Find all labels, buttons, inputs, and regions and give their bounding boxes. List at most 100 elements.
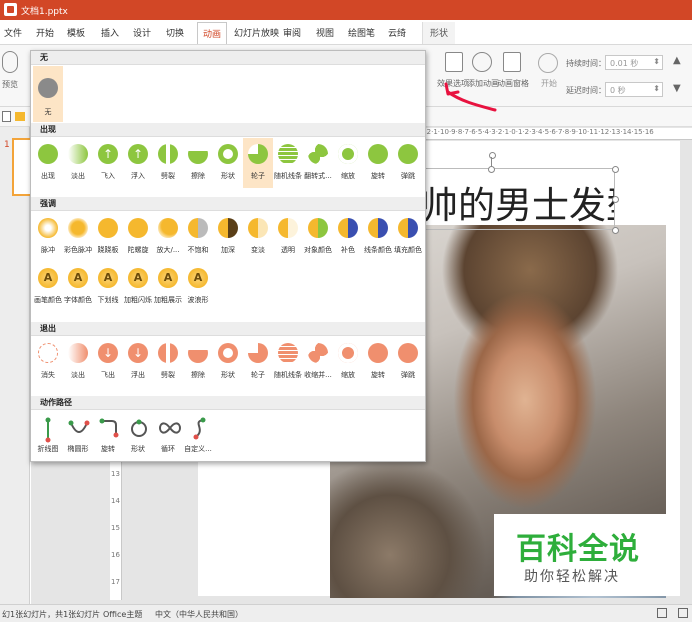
turns-path-icon: [98, 417, 119, 438]
wheel-icon: [248, 144, 268, 164]
resize-handle-right[interactable]: [612, 196, 619, 203]
bounce-out-icon: [398, 343, 418, 363]
slide-title-textbox[interactable]: 帅的男士发型: [420, 168, 615, 230]
new-file-icon[interactable]: [2, 111, 11, 122]
ribbon-scroll-down-icon[interactable]: ▼: [673, 83, 681, 94]
shapes-path-icon: [128, 417, 148, 437]
slide-thumbnail-panel: [0, 127, 30, 604]
gallery-section-header: 强调: [31, 197, 425, 211]
tab-4[interactable]: 设计: [133, 26, 151, 39]
tab-2[interactable]: 模板: [67, 26, 85, 39]
fill-color-icon: [398, 218, 418, 238]
ruler-tick: 16: [111, 551, 120, 559]
random-bars-out-icon: [278, 343, 298, 363]
open-folder-icon[interactable]: [15, 112, 25, 121]
ribbon-tabs: 文件 开始 模板 插入 设计 切换 动画 幻灯片放映 审阅 视图 绘图笔 云绮 形状: [0, 20, 692, 45]
wipe-icon: [188, 144, 208, 164]
tab-8[interactable]: 审阅: [283, 26, 301, 39]
animation-pane-label[interactable]: 动画窗格: [497, 78, 529, 89]
swivel-out-icon: [368, 343, 388, 363]
desaturate-icon: [188, 218, 208, 238]
duration-label: 持续时间：: [566, 59, 606, 68]
app-logo-icon: [4, 3, 17, 16]
tab-9[interactable]: 视图: [316, 26, 334, 39]
watermark-title: 百科全说: [516, 532, 640, 567]
delay-input[interactable]: 0 秒: [605, 82, 663, 97]
tab-11[interactable]: 云绮: [388, 26, 406, 39]
fade-icon: [68, 144, 88, 164]
random-bars-icon: [278, 144, 298, 164]
tab-6[interactable]: 动画: [197, 22, 228, 44]
normal-view-icon[interactable]: [657, 608, 667, 618]
object-color-icon: [308, 218, 328, 238]
red-arrow-annotation: [444, 82, 497, 112]
animation-pane-icon[interactable]: [503, 52, 521, 72]
animation-item[interactable]: 自定义...: [183, 411, 213, 461]
zoom-out-icon: [338, 343, 358, 363]
tab-1[interactable]: 开始: [36, 26, 54, 39]
animation-item-label: 无: [44, 108, 52, 116]
gallery-section-header: 动作路径: [31, 396, 425, 410]
animation-item-label: 填充颜色: [394, 246, 422, 254]
effect-options-icon[interactable]: [445, 52, 463, 72]
tab-7[interactable]: 幻灯片放映: [234, 26, 279, 39]
line-color-icon: [368, 218, 388, 238]
add-animation-icon[interactable]: [472, 52, 492, 72]
tab-0[interactable]: 文件: [4, 26, 22, 39]
bounce-icon: [398, 144, 418, 164]
shape-out-icon: [218, 343, 238, 363]
delay-label: 延迟时间：: [566, 86, 606, 95]
resize-handle-top[interactable]: [488, 166, 495, 173]
tab-12[interactable]: 形状: [422, 22, 456, 44]
animation-gallery-dropdown: 无无出现 出现 淡出 ↑ 飞入 ↑ 浮入 劈裂 擦除 形状 轮子 随机线条 翻转式... 缩放 旋转 弹跳 强调…: [30, 50, 426, 462]
slide-thumbnail[interactable]: [12, 138, 32, 196]
ribbon-scroll-up-icon[interactable]: ▲: [673, 55, 681, 66]
grow-icon: [158, 218, 178, 238]
wave-icon: A: [188, 268, 208, 288]
start-play-icon[interactable]: [538, 53, 558, 73]
bold-flash-icon: A: [128, 268, 148, 288]
vertical-ruler: 13 14 15 16 17: [110, 460, 122, 600]
animation-item[interactable]: 无: [33, 66, 63, 122]
float-in-icon: ↑: [128, 144, 148, 164]
ruler-tick: 17: [111, 578, 120, 586]
title-bar: 文档1.pptx: [0, 0, 692, 20]
animation-item[interactable]: 填充颜色: [393, 212, 423, 262]
resize-handle-bottom-right[interactable]: [612, 227, 619, 234]
shrink-icon: [308, 343, 328, 363]
ruler-tick: 13: [111, 470, 120, 478]
flip-icon: [308, 144, 328, 164]
appear-icon: [38, 144, 58, 164]
split-icon: [158, 144, 178, 164]
animation-item[interactable]: 弹跳: [393, 337, 423, 387]
status-bar: 幻1张幻灯片，共1张幻灯片 Office主题 中文（中华人民共和国）: [0, 604, 692, 622]
animation-item[interactable]: A 波浪形: [183, 262, 213, 312]
ruler-tick: 14: [111, 497, 120, 505]
float-out-icon: ↓: [128, 343, 148, 363]
fly-out-icon: ↓: [98, 343, 118, 363]
underline-icon: A: [98, 268, 118, 288]
tab-5[interactable]: 切换: [166, 26, 184, 39]
zoom-icon: [338, 144, 358, 164]
ruler-tick: 15: [111, 524, 120, 532]
tab-10[interactable]: 绘图笔: [348, 26, 375, 39]
animation-item[interactable]: 弹跳: [393, 138, 423, 188]
start-label: 开始: [541, 79, 557, 88]
brush-color-icon: A: [38, 268, 58, 288]
tab-3[interactable]: 插入: [101, 26, 119, 39]
duration-input[interactable]: 0.01 秒: [605, 55, 663, 70]
preview-label: 预览: [2, 80, 18, 89]
watermark-logo: 百科全说 助你轻松解决: [494, 514, 668, 596]
spin-icon: [128, 218, 148, 238]
resize-handle-top-right[interactable]: [612, 166, 619, 173]
watermark-subtitle: 助你轻松解决: [524, 569, 620, 585]
preview-icon[interactable]: [2, 51, 18, 73]
disappear-icon: [38, 343, 58, 363]
wheel-out-icon: [248, 343, 268, 363]
font-color-icon: A: [68, 268, 88, 288]
slide-show-icon[interactable]: [678, 608, 688, 618]
animation-item-label: 波浪形: [187, 296, 209, 304]
bold-reveal-icon: A: [158, 268, 178, 288]
status-theme: Office主题: [103, 610, 143, 619]
window-title: 文档1.pptx: [21, 7, 68, 17]
